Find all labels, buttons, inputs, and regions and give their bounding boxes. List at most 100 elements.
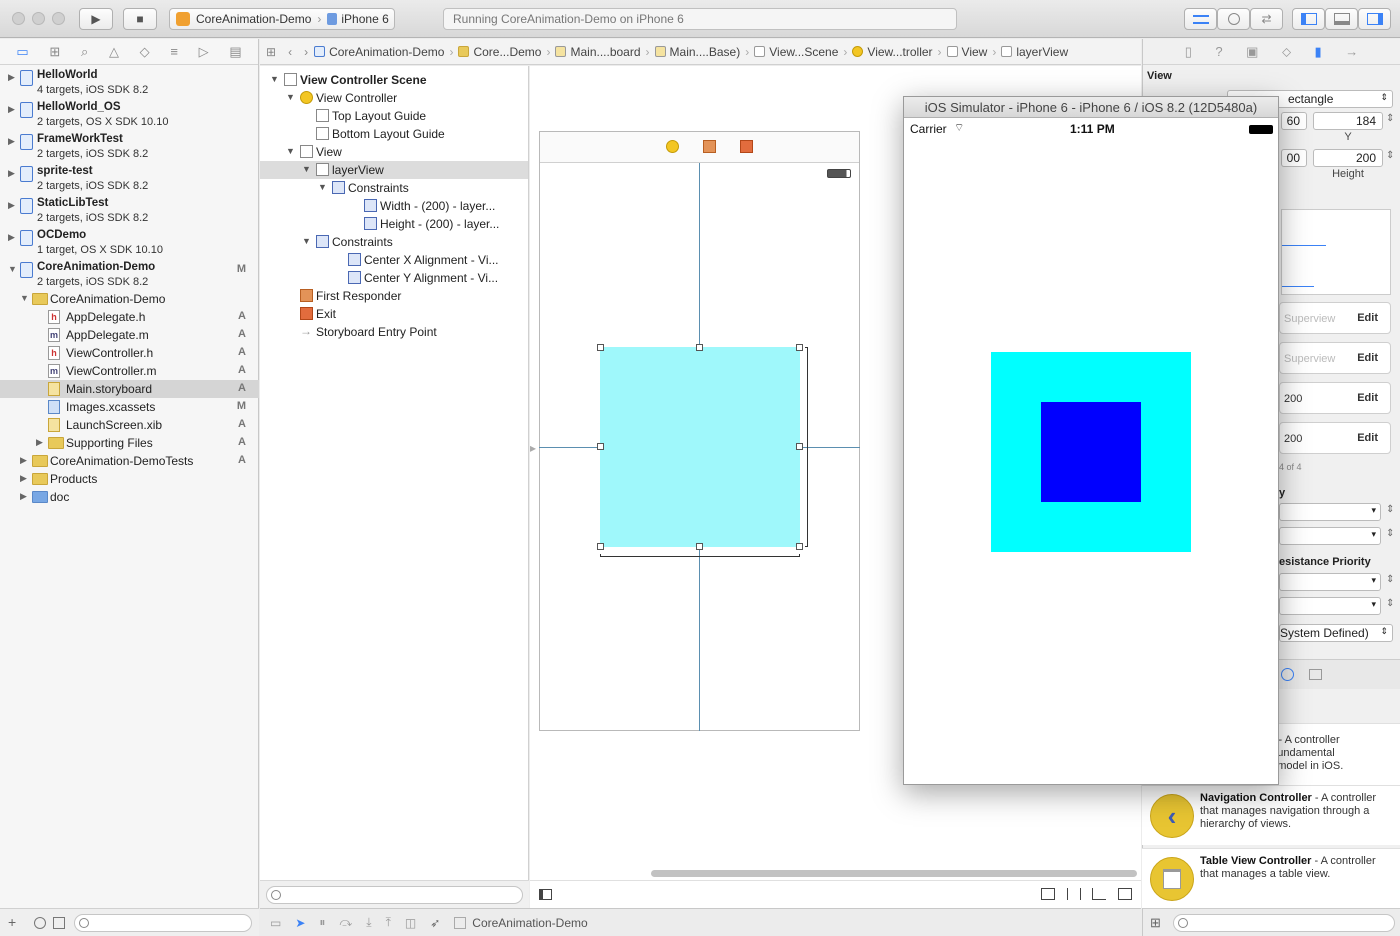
layer-view[interactable] [600, 347, 800, 547]
filter-scm-icon[interactable] [53, 917, 65, 929]
align-icon[interactable] [1041, 888, 1055, 900]
hide-debug-icon[interactable]: ▭ [270, 916, 281, 930]
size-inspector-icon[interactable]: ▮ [1315, 44, 1322, 60]
resistance-stepper-icon[interactable]: ⇕ [1386, 598, 1394, 609]
file-row[interactable]: m AppDelegate.m A [0, 326, 259, 344]
hugging-stepper-icon[interactable]: ⇕ [1386, 504, 1394, 515]
disclosure-closed-icon[interactable]: ▶ [8, 168, 15, 179]
hugging-h-popup[interactable]: ▾ [1279, 503, 1381, 521]
outline-toggle-icon[interactable] [539, 889, 552, 900]
constraint-height[interactable]: 200 Edit [1279, 422, 1391, 454]
step-over-icon[interactable]: ⤼ [339, 915, 352, 930]
breadcrumb-item[interactable]: Core...Demo › [458, 45, 550, 59]
connections-inspector-icon[interactable]: → [1345, 44, 1358, 59]
assistant-editor-button[interactable] [1217, 8, 1250, 30]
first-responder-icon[interactable] [703, 140, 716, 153]
disclosure-closed-icon[interactable]: ▶ [8, 104, 15, 115]
resistance-stepper-icon[interactable]: ⇕ [1386, 574, 1394, 585]
file-row[interactable]: LaunchScreen.xib A [0, 416, 259, 434]
grid-view-icon[interactable]: ⊞ [1150, 915, 1161, 931]
file-row[interactable]: ▶ Products [0, 470, 259, 488]
object-library-icon[interactable] [1281, 668, 1294, 681]
view-controller-icon[interactable] [666, 140, 679, 153]
recent-icon[interactable] [34, 917, 46, 929]
disclosure-open-icon[interactable]: ▼ [302, 236, 311, 246]
breadcrumb-item[interactable]: Main....Base) › [654, 45, 749, 59]
constraint-superview-2[interactable]: Superview Edit [1279, 342, 1391, 374]
breadcrumb-item[interactable]: View...Scene › [754, 45, 847, 59]
library-item-navigation-controller[interactable]: ‹ Navigation Controller - A controller t… [1142, 785, 1400, 845]
test-icon[interactable]: ◇ [140, 44, 150, 60]
file-row[interactable]: ▶ CoreAnimation-DemoTests A [0, 452, 259, 470]
file-row[interactable]: h AppDelegate.h A [0, 308, 259, 326]
exit-icon[interactable] [740, 140, 753, 153]
width-field[interactable]: 00 [1281, 149, 1307, 167]
close-window-button[interactable] [12, 12, 25, 25]
outline-item[interactable]: → Storyboard Entry Point [260, 323, 528, 341]
attributes-inspector-icon[interactable]: ⬦ [1282, 44, 1291, 60]
disclosure-closed-icon[interactable]: ▶ [8, 232, 15, 243]
resolve-issues-icon[interactable] [1092, 888, 1106, 900]
breadcrumb-item[interactable]: View › [946, 45, 996, 59]
resizing-behavior-icon[interactable] [1118, 888, 1132, 900]
outline-item[interactable]: First Responder [260, 287, 528, 305]
project-row[interactable]: ▼ CoreAnimation-Demo 2 targets, iOS SDK 8.… [0, 260, 259, 292]
disclosure-closed-icon[interactable]: ▶ [8, 200, 15, 211]
breakpoint-icon[interactable]: ▷ [199, 44, 209, 60]
breadcrumb-item[interactable]: View...troller › [852, 45, 942, 59]
debug-icon[interactable]: ≡ [170, 44, 178, 59]
file-row[interactable]: ▶ Supporting Files A [0, 434, 259, 452]
outline-item[interactable]: ▼ Constraints [260, 179, 528, 197]
breadcrumb-item[interactable]: CoreAnimation-Demo › [314, 45, 453, 59]
pause-icon[interactable]: ⏸ [319, 915, 325, 930]
folder-icon[interactable]: ▭ [16, 44, 28, 60]
resistance-h-popup[interactable]: ▾ [1279, 573, 1381, 591]
outline-item[interactable]: ▼ View Controller [260, 89, 528, 107]
height-stepper-icon[interactable]: ⇕ [1386, 150, 1394, 161]
y-stepper-icon[interactable]: ⇕ [1386, 113, 1394, 124]
disclosure-closed-icon[interactable]: ▶ [36, 437, 43, 448]
hugging-v-popup[interactable]: ▾ [1279, 527, 1381, 545]
breakpoints-icon[interactable]: ➤ [295, 916, 305, 930]
edit-button[interactable]: Edit [1357, 312, 1378, 324]
library-filter-field[interactable] [1173, 914, 1395, 932]
simulator-title-bar[interactable]: iOS Simulator - iPhone 6 - iPhone 6 / iO… [904, 97, 1278, 118]
disclosure-closed-icon[interactable]: ▶ [20, 491, 27, 502]
outline-item[interactable]: ▼ View Controller Scene [260, 71, 528, 89]
disclosure-closed-icon[interactable]: ▶ [8, 136, 15, 147]
forward-arrow-icon[interactable]: › [304, 45, 308, 59]
ios-simulator-window[interactable]: iOS Simulator - iPhone 6 - iPhone 6 / iO… [903, 96, 1279, 785]
outline-item[interactable]: Bottom Layout Guide [260, 125, 528, 143]
run-button[interactable]: ▶ [79, 8, 113, 30]
related-items-icon[interactable]: ⊞ [266, 45, 276, 59]
step-in-icon[interactable]: ⤓ [366, 915, 371, 930]
disclosure-closed-icon[interactable]: ▶ [20, 473, 27, 484]
outline-item[interactable]: Height - (200) - layer... [260, 215, 528, 233]
disclosure-closed-icon[interactable]: ▶ [20, 455, 27, 466]
height-field[interactable]: 200 [1313, 149, 1383, 167]
outline-item[interactable]: ▼ View [260, 143, 528, 161]
disclosure-closed-icon[interactable]: ▶ [8, 72, 15, 83]
constraint-width[interactable]: 200 Edit [1279, 382, 1391, 414]
file-row[interactable]: m ViewController.m A [0, 362, 259, 380]
breadcrumb-item[interactable]: Main....board › [555, 45, 650, 59]
disclosure-open-icon[interactable]: ▼ [302, 164, 311, 174]
toggle-debug-area-button[interactable] [1325, 8, 1358, 30]
scheme-selector[interactable]: CoreAnimation-Demo › iPhone 6 [169, 8, 395, 30]
intrinsic-size-popup[interactable]: System Defined) ⇕ [1279, 624, 1393, 642]
version-editor-button[interactable]: ⇄ [1250, 8, 1283, 30]
file-inspector-icon[interactable]: ▯ [1185, 44, 1192, 60]
project-row[interactable]: ▶ FrameWorkTest 2 targets, iOS SDK 8.2 [0, 132, 259, 164]
media-library-icon[interactable] [1309, 669, 1322, 680]
toggle-utilities-button[interactable] [1358, 8, 1391, 30]
pin-icon[interactable] [1067, 888, 1081, 900]
view-debugger-icon[interactable]: ◫ [405, 916, 416, 930]
disclosure-open-icon[interactable]: ▼ [318, 182, 327, 192]
add-icon[interactable]: + [8, 914, 16, 930]
file-row[interactable]: ▶ doc [0, 488, 259, 506]
outline-item[interactable]: Top Layout Guide [260, 107, 528, 125]
disclosure-open-icon[interactable]: ▼ [8, 264, 17, 274]
search-icon[interactable]: ⌕ [81, 44, 88, 60]
project-row[interactable]: ▶ sprite-test 2 targets, iOS SDK 8.2 [0, 164, 259, 196]
warning-icon[interactable]: △ [109, 44, 119, 60]
